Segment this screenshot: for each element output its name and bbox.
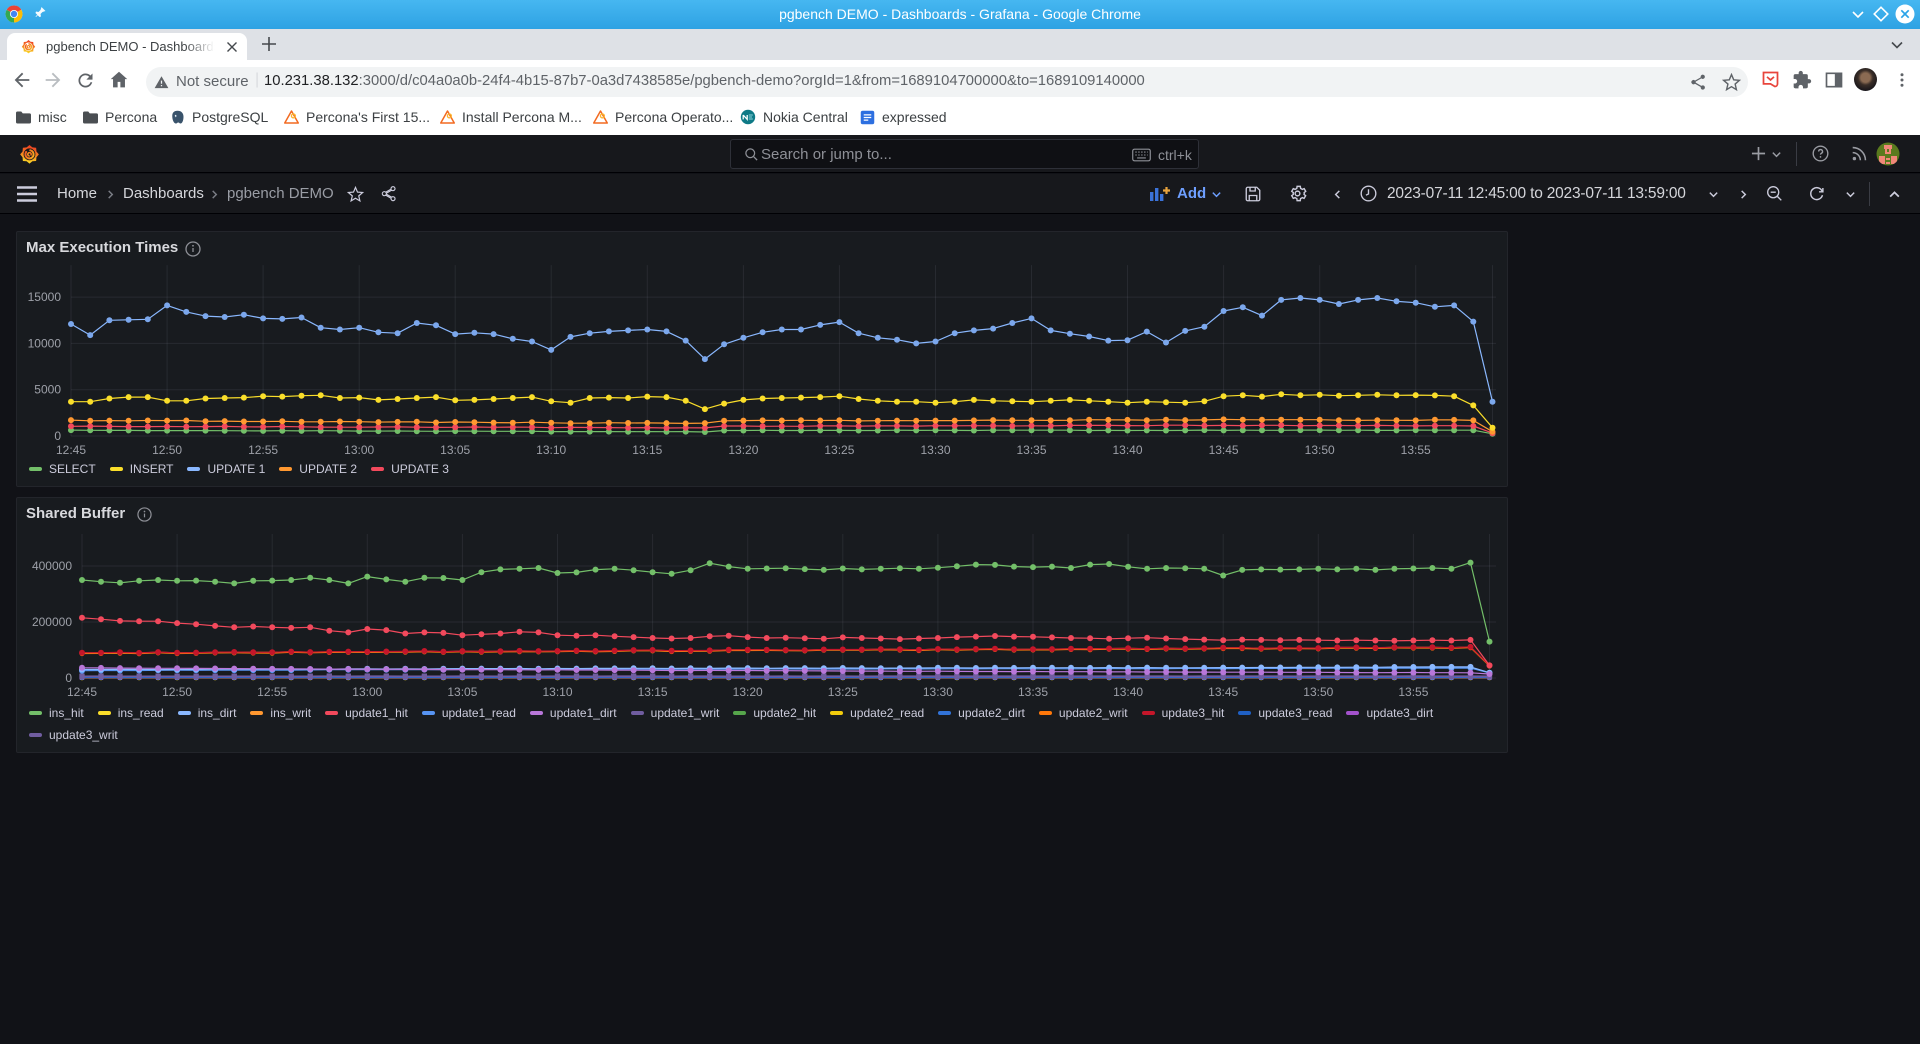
svg-text:13:05: 13:05 [447,685,477,699]
svg-text:200000: 200000 [32,615,72,629]
svg-text:10000: 10000 [28,336,62,350]
svg-text:12:50: 12:50 [162,685,192,699]
svg-text:12:50: 12:50 [152,443,182,457]
svg-text:13:30: 13:30 [920,443,950,457]
svg-text:15000: 15000 [28,290,62,304]
svg-text:13:40: 13:40 [1113,685,1143,699]
svg-text:13:40: 13:40 [1112,443,1142,457]
svg-text:13:30: 13:30 [923,685,953,699]
svg-text:13:20: 13:20 [733,685,763,699]
svg-text:13:55: 13:55 [1401,443,1431,457]
svg-text:13:55: 13:55 [1398,685,1428,699]
svg-text:13:50: 13:50 [1303,685,1333,699]
svg-text:13:25: 13:25 [824,443,854,457]
svg-text:12:45: 12:45 [67,685,97,699]
svg-text:13:15: 13:15 [632,443,662,457]
svg-text:5000: 5000 [34,383,61,397]
svg-text:13:00: 13:00 [344,443,374,457]
svg-text:13:50: 13:50 [1305,443,1335,457]
svg-text:13:25: 13:25 [828,685,858,699]
svg-text:13:35: 13:35 [1016,443,1046,457]
svg-text:13:10: 13:10 [536,443,566,457]
svg-text:13:00: 13:00 [352,685,382,699]
svg-text:12:55: 12:55 [248,443,278,457]
svg-text:12:45: 12:45 [56,443,86,457]
svg-text:13:45: 13:45 [1209,443,1239,457]
svg-text:0: 0 [65,671,72,685]
svg-text:13:20: 13:20 [728,443,758,457]
svg-text:13:35: 13:35 [1018,685,1048,699]
svg-text:13:45: 13:45 [1208,685,1238,699]
svg-text:13:15: 13:15 [638,685,668,699]
svg-text:12:55: 12:55 [257,685,287,699]
svg-text:13:05: 13:05 [440,443,470,457]
svg-text:13:10: 13:10 [542,685,572,699]
svg-text:0: 0 [54,429,61,443]
svg-text:400000: 400000 [32,559,72,573]
